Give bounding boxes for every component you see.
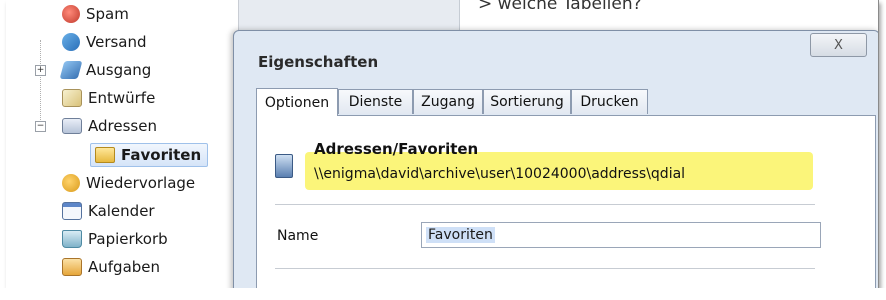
tree-item-label: Wiedervorlage <box>86 174 196 192</box>
torn-edge <box>0 288 886 300</box>
tree-item-label: Spam <box>86 5 129 23</box>
drafts-icon <box>62 89 82 107</box>
tab-drucken[interactable]: Drucken <box>571 89 648 114</box>
collapse-adressen-button[interactable]: − <box>35 121 46 132</box>
folder-path-title: Adressen/Favoriten <box>314 140 479 158</box>
name-label: Name <box>277 228 319 244</box>
name-input-value: Favoriten <box>426 227 495 243</box>
dialog-title: Eigenschaften <box>258 53 379 71</box>
tab-sortierung[interactable]: Sortierung <box>483 89 571 114</box>
tab-optionen[interactable]: Optionen <box>256 88 338 116</box>
properties-dialog: Eigenschaften X Optionen Dienste Zugang … <box>233 30 878 288</box>
tab-dienste[interactable]: Dienste <box>338 89 413 114</box>
tab-zugang[interactable]: Zugang <box>413 89 483 114</box>
close-button[interactable]: X <box>810 33 867 57</box>
folder-icon <box>95 147 115 163</box>
folder-properties-icon <box>275 154 293 178</box>
tree-item-versand[interactable]: Versand <box>62 30 147 54</box>
divider <box>275 268 815 269</box>
close-icon: X <box>834 37 843 53</box>
tree-item-adressen[interactable]: Adressen <box>62 114 157 138</box>
tree-item-label: Ausgang <box>86 61 152 79</box>
expand-ausgang-button[interactable]: + <box>35 65 46 76</box>
calendar-icon <box>62 202 82 220</box>
spam-icon <box>62 5 80 23</box>
background-partial-text: > welche Tabellen? <box>478 0 642 14</box>
tree-item-label: Entwürfe <box>88 89 156 107</box>
tree-item-wiedervorlage[interactable]: Wiedervorlage <box>62 171 195 195</box>
tree-item-label: Papierkorb <box>88 230 168 248</box>
name-input[interactable]: Favoriten <box>421 222 821 248</box>
tree-item-papierkorb[interactable]: Papierkorb <box>62 227 168 251</box>
trash-icon <box>62 230 82 248</box>
tree-item-aufgaben[interactable]: Aufgaben <box>62 255 160 279</box>
tasks-icon <box>62 258 82 276</box>
tree-item-label: Versand <box>86 33 147 51</box>
followup-icon <box>62 174 80 192</box>
divider <box>275 204 815 205</box>
outbox-icon <box>59 61 83 79</box>
tree-item-entwuerfe[interactable]: Entwürfe <box>62 86 155 110</box>
send-icon <box>62 33 80 51</box>
tree-item-ausgang[interactable]: Ausgang <box>59 58 152 82</box>
folder-path: \\enigma\david\archive\user\10024000\add… <box>314 166 686 182</box>
tree-item-label: Kalender <box>88 202 155 220</box>
tree-item-spam[interactable]: Spam <box>62 2 129 26</box>
address-book-icon <box>62 118 82 134</box>
tree-item-favoriten[interactable]: Favoriten <box>90 143 209 167</box>
tree-guide-line <box>40 40 41 132</box>
tree-item-kalender[interactable]: Kalender <box>62 199 155 223</box>
options-panel: Adressen/Favoriten \\enigma\david\archiv… <box>256 115 876 288</box>
tree-item-label: Favoriten <box>121 146 202 164</box>
folder-tree: Spam Versand + Ausgang Entwürfe − Adress… <box>6 0 239 288</box>
tree-item-label: Aufgaben <box>88 258 161 276</box>
screenshot-frame: > welche Tabellen? Spam Versand + Ausgan… <box>6 0 879 288</box>
tree-item-label: Adressen <box>88 117 157 135</box>
